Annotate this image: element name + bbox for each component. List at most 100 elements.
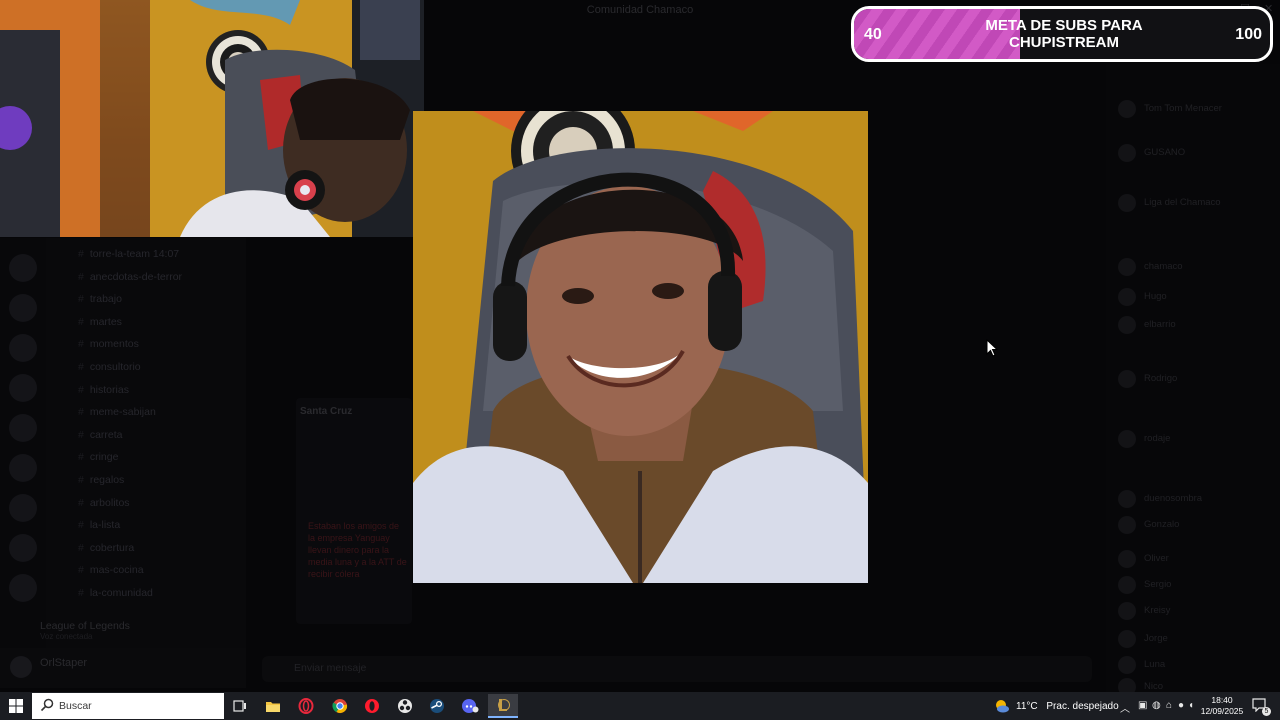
user-name: OrlStaper	[40, 657, 88, 669]
chat-input-placeholder: Enviar mensaje	[294, 662, 367, 674]
channel-item[interactable]: # la-comunidad	[78, 587, 153, 603]
windows-logo-icon	[9, 699, 23, 713]
league-of-legends-icon	[498, 699, 510, 711]
voice-channel-name: League of Legends	[40, 620, 130, 632]
channel-item[interactable]: # historias	[78, 384, 129, 400]
channel-list: # torre-la-team 14:07 # anecdotas-de-terro…	[46, 238, 246, 678]
channel-item[interactable]: # anecdotas-de-terror	[78, 271, 182, 287]
file-explorer-button[interactable]	[259, 694, 287, 718]
network-icon[interactable]: ⌂	[1166, 700, 1172, 711]
chrome-button[interactable]	[326, 694, 354, 718]
channel-item[interactable]: # torre-la-team 14:07	[78, 248, 179, 264]
channel-item[interactable]: # martes	[78, 316, 122, 332]
microphone-icon[interactable]: ●	[1178, 700, 1184, 711]
opera-button[interactable]	[358, 694, 386, 718]
taskbar-search-box[interactable]: Buscar	[32, 693, 224, 719]
webcam-overlay-small	[0, 0, 424, 237]
avatar	[1118, 194, 1136, 212]
avatar	[1118, 656, 1136, 674]
user-panel: OrlStaper	[0, 648, 246, 688]
chrome-icon	[332, 699, 348, 713]
chevron-up-icon[interactable]: ︿	[1120, 700, 1130, 715]
avatar[interactable]	[10, 656, 32, 678]
clock-date: 12/09/2025	[1200, 706, 1244, 716]
channel-item[interactable]: # meme-sabijan	[78, 406, 156, 422]
channel-item[interactable]: # cobertura	[78, 542, 134, 558]
goal-title: META DE SUBS PARA CHUPISTREAM	[985, 17, 1143, 51]
embed-title: Santa Cruz	[300, 406, 353, 417]
server-icon[interactable]	[9, 534, 37, 562]
server-icon[interactable]	[9, 254, 37, 282]
channel-item[interactable]: # carreta	[78, 429, 123, 445]
goal-target-count: 100	[1235, 26, 1262, 43]
task-view-button[interactable]	[226, 694, 254, 718]
avatar	[1118, 430, 1136, 448]
start-button[interactable]	[0, 692, 32, 720]
server-icon[interactable]	[9, 574, 37, 602]
league-of-legends-button[interactable]	[488, 694, 518, 718]
member-list: Tom Tom Menacer GUSANO Liga del Chamaco …	[1106, 64, 1280, 696]
server-icon[interactable]	[9, 374, 37, 402]
notification-center-button[interactable]: 5	[1252, 698, 1271, 716]
voice-status: Voz conectada	[40, 632, 93, 641]
mouse-cursor-icon	[986, 339, 998, 357]
weather-icon[interactable]	[992, 697, 1010, 715]
voice-connection-panel[interactable]: League of Legends Voz conectada	[12, 618, 242, 644]
goal-current-count: 40	[864, 26, 882, 43]
chat-input[interactable]: Enviar mensaje	[262, 656, 1092, 682]
embed-card[interactable]: Santa Cruz Estaban los amigos de la empr…	[296, 398, 412, 624]
task-view-icon	[233, 700, 246, 712]
avatar	[1118, 370, 1136, 388]
webcam-scene-small	[0, 0, 424, 237]
server-icon[interactable]	[9, 414, 37, 442]
steam-icon	[430, 699, 444, 713]
clock-time: 18:40	[1211, 695, 1233, 705]
tray-app-icon[interactable]: ◍	[1152, 700, 1161, 711]
channel-item[interactable]: # trabajo	[78, 293, 122, 309]
weather-widget[interactable]: 11°C Prac. despejado	[1016, 701, 1119, 712]
server-icon[interactable]	[9, 454, 37, 482]
avatar	[1118, 100, 1136, 118]
weather-temperature: 11°C	[1016, 701, 1038, 712]
tray-app-icon[interactable]: ▣	[1138, 700, 1147, 711]
avatar	[1118, 550, 1136, 568]
channel-item[interactable]: # la-lista	[78, 519, 120, 535]
obs-button[interactable]	[391, 694, 419, 718]
webcam-main	[413, 111, 868, 583]
search-placeholder: Buscar	[59, 700, 92, 712]
avatar	[1118, 258, 1136, 276]
channel-item[interactable]: # momentos	[78, 338, 139, 354]
steam-button[interactable]	[423, 694, 451, 718]
search-icon	[40, 698, 54, 712]
file-explorer-icon	[266, 702, 280, 712]
volume-icon[interactable]: ◖	[1188, 700, 1194, 711]
server-icon[interactable]	[9, 494, 37, 522]
opera-gx-icon	[298, 698, 314, 714]
avatar	[1118, 288, 1136, 306]
avatar	[1118, 576, 1136, 594]
embed-text: Estaban los amigos de la empresa Yanguay…	[308, 521, 407, 579]
window-title: Comunidad Chamaco	[586, 4, 694, 16]
channel-item[interactable]: # consultorio	[78, 361, 141, 377]
server-icon[interactable]	[9, 294, 37, 322]
opera-gx-button[interactable]	[292, 694, 320, 718]
windows-taskbar: Buscar 11°C Prac. despejado ︿ ▣ ◍ ⌂ ● ◖ …	[0, 692, 1280, 720]
channel-item[interactable]: # cringe	[78, 451, 118, 467]
server-icon[interactable]	[9, 334, 37, 362]
avatar	[1118, 316, 1136, 334]
obs-icon	[398, 699, 412, 713]
avatar	[1118, 490, 1136, 508]
webcam-scene-main	[413, 111, 868, 583]
avatar	[1118, 630, 1136, 648]
channel-item[interactable]: # regalos	[78, 474, 124, 490]
channel-item[interactable]: # arbolitos	[78, 497, 130, 513]
avatar	[1118, 144, 1136, 162]
sub-goal-widget: 40 META DE SUBS PARA CHUPISTREAM 100	[851, 6, 1273, 62]
weather-description: Prac. despejado	[1046, 701, 1119, 712]
clock[interactable]: 18:40 12/09/2025	[1200, 695, 1244, 717]
opera-icon	[365, 699, 379, 713]
channel-item[interactable]: # mas-cocina	[78, 564, 144, 580]
discord-button[interactable]	[456, 694, 484, 718]
avatar	[1118, 516, 1136, 534]
server-list	[0, 238, 46, 678]
